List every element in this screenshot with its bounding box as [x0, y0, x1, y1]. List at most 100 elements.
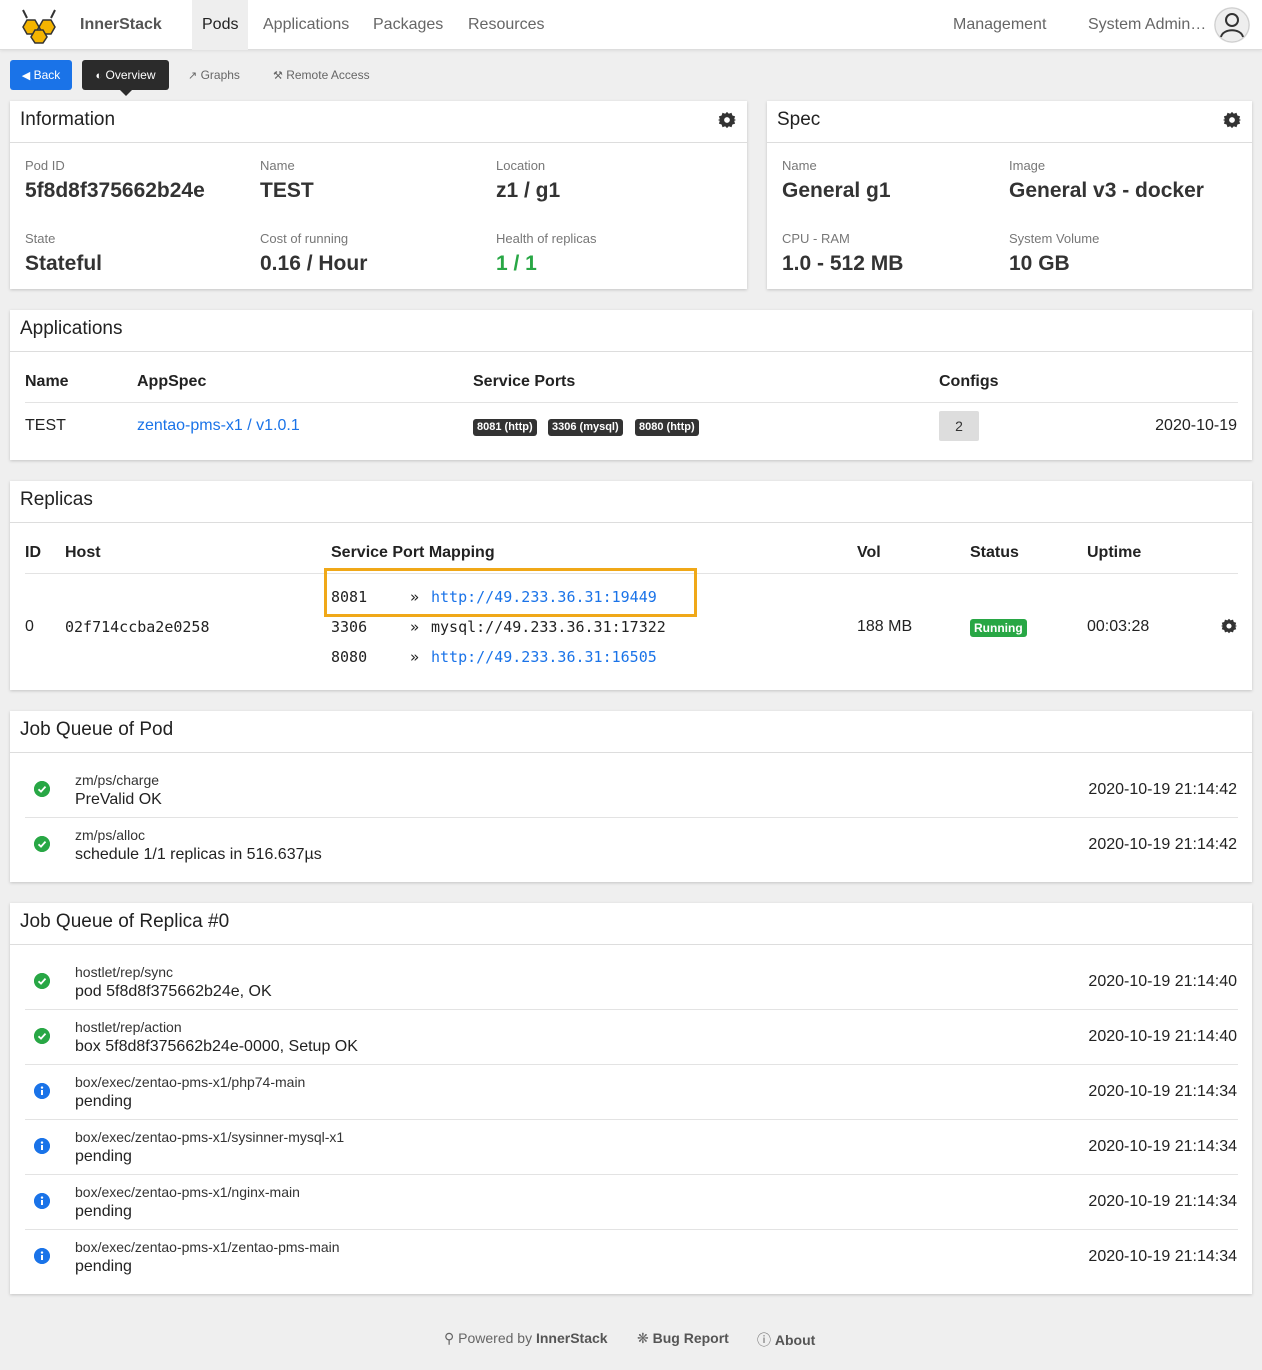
replica-host: 02f714ccba2e0258: [65, 618, 210, 636]
row-divider: [25, 1174, 1238, 1175]
state-label: State: [25, 231, 56, 246]
mapping-port: 3306: [331, 618, 368, 636]
divider: [767, 142, 1252, 143]
location-value: z1 / g1: [496, 179, 561, 202]
column-header-id: ID: [25, 544, 41, 561]
cpu-ram-value: 1.0 - 512 MB: [782, 252, 904, 275]
powered-by-brand: InnerStack: [535, 1330, 608, 1346]
nav-item-applications[interactable]: Applications: [263, 0, 349, 50]
column-header-vol: Vol: [857, 544, 881, 561]
job-message: schedule 1/1 replicas in 516.637µs: [75, 846, 322, 863]
row-divider: [25, 1119, 1238, 1120]
replica-job-queue-panel: [10, 903, 1252, 1294]
user-avatar-icon[interactable]: [1214, 7, 1250, 43]
job-time: 2020-10-19 21:14:34: [1088, 1083, 1237, 1100]
divider: [10, 351, 1252, 352]
bug-icon: ❋: [637, 1330, 649, 1346]
info-circle-icon: [34, 1083, 50, 1099]
divider: [10, 142, 747, 143]
divider: [10, 522, 1252, 523]
gear-icon[interactable]: [1221, 618, 1237, 634]
job-message: pending: [75, 1258, 132, 1275]
row-divider: [25, 1009, 1238, 1010]
job-path: zm/ps/alloc: [75, 827, 146, 843]
about-link[interactable]: ⓘ About: [757, 1330, 815, 1350]
spec-panel: Spec Name General g1 Image General v3 - …: [767, 101, 1252, 289]
check-circle-icon: [34, 836, 50, 852]
tab-overview[interactable]: ◐ Overview: [82, 60, 169, 96]
info-icon: ⓘ: [757, 1332, 771, 1348]
divider: [10, 752, 1252, 753]
tab-graphs-label: Graphs: [200, 68, 240, 82]
panel-title: Information: [20, 109, 116, 130]
spec-name-label: Name: [782, 158, 817, 173]
user-menu[interactable]: System Admin…: [1088, 0, 1206, 50]
info-circle-icon: [34, 1193, 50, 1209]
panel-title: Spec: [777, 109, 821, 130]
job-path: box/exec/zentao-pms-x1/nginx-main: [75, 1184, 300, 1200]
column-header-status: Status: [970, 544, 1019, 561]
back-arrow-icon: ◀: [21, 70, 31, 82]
top-navbar: InnerStack Pods Applications Packages Re…: [0, 0, 1262, 50]
table-header-divider: [25, 402, 1238, 403]
pod-id-label: Pod ID: [25, 158, 65, 173]
panel-title: Job Queue of Replica #0: [20, 911, 230, 932]
system-volume-label: System Volume: [1009, 231, 1100, 246]
job-path: box/exec/zentao-pms-x1/sysinner-mysql-x1: [75, 1129, 345, 1145]
nav-item-management[interactable]: Management: [953, 0, 1046, 50]
job-message: pending: [75, 1203, 132, 1220]
job-time: 2020-10-19 21:14:40: [1088, 1028, 1237, 1045]
panel-title: Job Queue of Pod: [20, 719, 174, 740]
mapping-arrow: »: [410, 618, 420, 636]
row-divider: [25, 817, 1238, 818]
nav-item-resources[interactable]: Resources: [468, 0, 544, 50]
tab-remote-access[interactable]: ⚒ Remote Access: [273, 60, 370, 90]
job-message: pending: [75, 1093, 132, 1110]
info-circle-icon: [34, 1138, 50, 1154]
port-badge: 8080 (http): [635, 419, 699, 436]
tab-graphs[interactable]: ↗ Graphs: [188, 60, 240, 90]
job-path: box/exec/zentao-pms-x1/php74-main: [75, 1074, 306, 1090]
configs-button[interactable]: 2: [939, 411, 979, 441]
job-time: 2020-10-19 21:14:40: [1088, 973, 1237, 990]
back-button-label: Back: [33, 68, 61, 82]
column-header-name: Name: [25, 373, 69, 390]
replica-vol: 188 MB: [857, 618, 913, 635]
cpu-ram-label: CPU - RAM: [782, 231, 850, 246]
nav-item-pods[interactable]: Pods: [192, 0, 249, 50]
job-message: pending: [75, 1148, 132, 1165]
health-label: Health of replicas: [496, 231, 597, 246]
gear-icon[interactable]: [718, 111, 736, 129]
panel-title: Replicas: [20, 489, 93, 510]
image-label: Image: [1009, 158, 1046, 173]
mapping-link[interactable]: http://49.233.36.31:16505: [431, 648, 657, 666]
nav-item-packages[interactable]: Packages: [373, 0, 443, 50]
brand-name[interactable]: InnerStack: [80, 16, 162, 34]
bug-report-label: Bug Report: [652, 1330, 729, 1346]
row-divider: [25, 1064, 1238, 1065]
about-label: About: [774, 1332, 816, 1348]
back-button[interactable]: ◀ Back: [10, 60, 72, 90]
replica-id: 0: [25, 618, 34, 635]
powered-by[interactable]: ⚲ Powered by InnerStack: [444, 1330, 608, 1347]
job-time: 2020-10-19 21:14:34: [1088, 1193, 1237, 1210]
innerstack-logo-icon[interactable]: [14, 8, 64, 44]
cost-label: Cost of running: [260, 231, 349, 246]
powered-by-label: Powered by: [458, 1330, 533, 1346]
bug-report-link[interactable]: ❋ Bug Report: [637, 1330, 729, 1347]
wrench-icon: ⚒: [273, 70, 283, 82]
port-badge: 3306 (mysql): [548, 419, 623, 436]
gear-icon[interactable]: [1223, 111, 1241, 129]
job-message: pod 5f8d8f375662b24e, OK: [75, 983, 272, 1000]
cost-value: 0.16 / Hour: [260, 252, 368, 275]
info-circle-icon: [34, 1248, 50, 1264]
replica-uptime: 00:03:28: [1087, 618, 1150, 635]
job-time: 2020-10-19 21:14:34: [1088, 1138, 1237, 1155]
appspec-link[interactable]: zentao-pms-x1 / v1.0.1: [137, 417, 300, 435]
job-time: 2020-10-19 21:14:34: [1088, 1248, 1237, 1265]
column-header-port-mapping: Service Port Mapping: [331, 544, 495, 561]
location-label: Location: [496, 158, 546, 173]
column-header-uptime: Uptime: [1087, 544, 1142, 561]
mapping-arrow: »: [410, 648, 420, 666]
app-date: 2020-10-19: [1155, 417, 1237, 434]
